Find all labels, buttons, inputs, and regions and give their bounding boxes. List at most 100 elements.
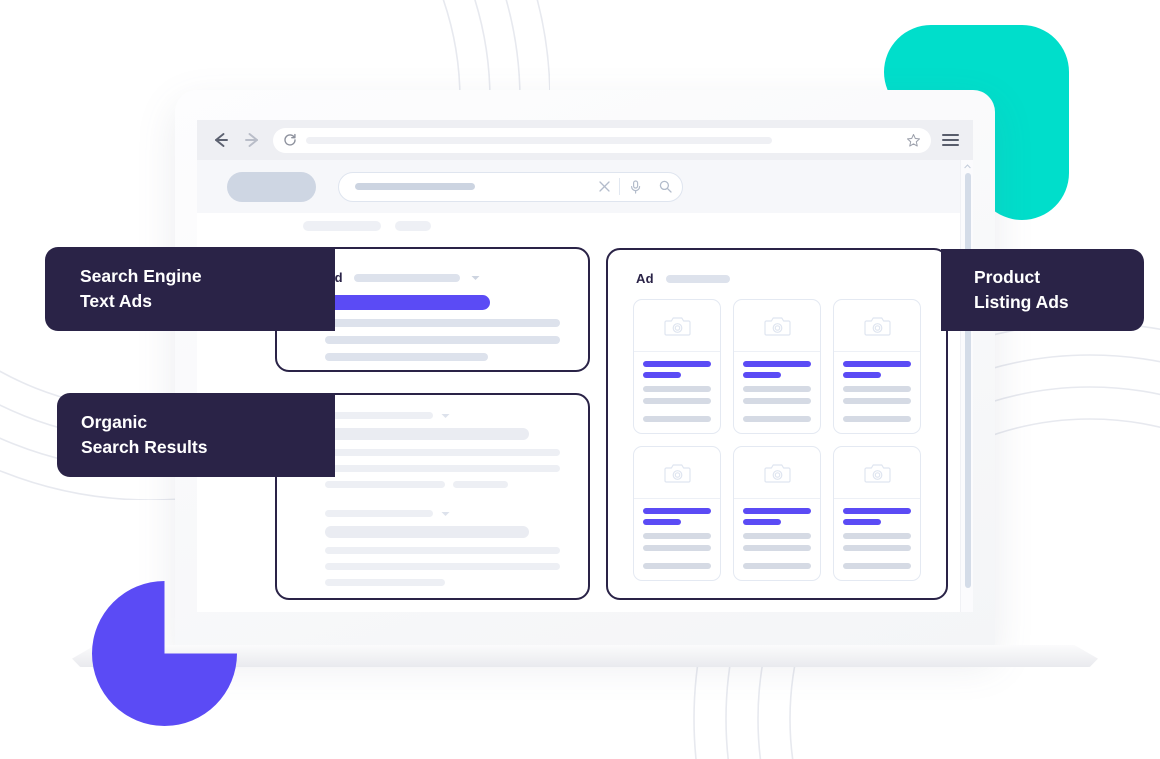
scrollbar-thumb[interactable] <box>964 173 971 588</box>
product-detail-line <box>743 386 811 392</box>
product-tile[interactable] <box>633 299 721 434</box>
arrow-right-icon[interactable] <box>242 130 262 150</box>
product-tile-body <box>634 352 720 433</box>
search-input-actions <box>589 173 680 201</box>
search-icon <box>659 180 672 193</box>
organic-description-line <box>325 579 445 586</box>
product-subtitle[interactable] <box>843 372 882 378</box>
camera-icon <box>663 463 691 483</box>
submit-search-button[interactable] <box>650 173 680 201</box>
organic-display-url <box>325 412 433 419</box>
organic-result-title[interactable] <box>325 526 529 538</box>
plas-header: Ad <box>608 250 946 286</box>
product-title[interactable] <box>743 508 811 514</box>
product-image-placeholder <box>834 300 920 352</box>
reload-icon[interactable] <box>283 133 297 147</box>
organic-description-line <box>325 481 445 488</box>
product-detail-line <box>643 398 711 404</box>
ad-badge: Ad <box>636 271 654 286</box>
hamburger-menu-icon[interactable] <box>942 133 959 147</box>
laptop-base <box>72 645 1098 667</box>
ad-display-url <box>353 273 460 282</box>
product-detail-line <box>843 398 911 404</box>
product-detail-line <box>843 386 911 392</box>
product-tile-body <box>634 499 720 580</box>
ad-headline[interactable] <box>325 295 490 310</box>
product-tile-body <box>834 499 920 580</box>
product-title[interactable] <box>643 361 711 367</box>
product-subtitle[interactable] <box>643 519 682 525</box>
product-detail-line <box>643 563 711 569</box>
product-subtitle[interactable] <box>643 372 682 378</box>
search-engine-header <box>197 160 973 213</box>
camera-icon <box>863 463 891 483</box>
product-listing-ads-card[interactable]: Ad <box>606 248 948 600</box>
camera-icon <box>763 316 791 336</box>
product-subtitle[interactable] <box>743 372 782 378</box>
product-tile-grid <box>608 286 946 581</box>
close-icon <box>598 181 610 192</box>
callout-label: Search Engine Text Ads <box>80 266 202 311</box>
product-tile[interactable] <box>833 299 921 434</box>
address-bar-value <box>306 136 772 144</box>
browser-toolbar <box>197 120 973 160</box>
product-title[interactable] <box>843 508 911 514</box>
caret-up-icon[interactable] <box>964 164 971 169</box>
product-image-placeholder <box>834 447 920 499</box>
ad-description-line <box>325 336 560 344</box>
product-detail-line <box>843 545 911 551</box>
callout-label: Organic Search Results <box>81 412 208 457</box>
product-tile[interactable] <box>733 299 821 434</box>
organic-result-item[interactable] <box>277 488 588 586</box>
product-detail-line <box>643 386 711 392</box>
page-scrollbar[interactable] <box>960 160 973 612</box>
organic-result-title[interactable] <box>325 428 529 440</box>
product-title[interactable] <box>843 361 911 367</box>
product-title[interactable] <box>643 508 711 514</box>
callout-search-engine-text-ads: Search Engine Text Ads <box>45 247 335 331</box>
organic-description-line <box>325 563 560 570</box>
product-detail-line <box>843 533 911 539</box>
organic-description-line <box>325 547 560 554</box>
product-image-placeholder <box>734 300 820 352</box>
address-bar[interactable] <box>273 127 931 153</box>
microphone-icon <box>630 179 640 194</box>
clear-search-button[interactable] <box>589 173 619 201</box>
product-tile[interactable] <box>833 446 921 581</box>
product-tile[interactable] <box>733 446 821 581</box>
camera-icon <box>663 316 691 336</box>
search-nav-tab[interactable] <box>303 221 381 231</box>
star-icon[interactable] <box>906 133 921 148</box>
product-detail-line <box>743 563 811 569</box>
product-detail-line <box>643 416 711 422</box>
product-detail-line <box>643 533 711 539</box>
search-engine-logo <box>227 171 316 202</box>
organic-result-header <box>277 510 588 517</box>
arrow-left-icon[interactable] <box>211 130 231 150</box>
search-nav-tab[interactable] <box>395 221 431 231</box>
product-title[interactable] <box>743 361 811 367</box>
caret-down-icon[interactable] <box>441 511 450 517</box>
voice-search-button[interactable] <box>620 173 650 201</box>
organic-description-line <box>325 465 560 472</box>
product-subtitle[interactable] <box>743 519 782 525</box>
product-detail-line <box>743 533 811 539</box>
product-detail-line <box>843 416 911 422</box>
search-input[interactable] <box>338 171 683 202</box>
product-tile-body <box>734 499 820 580</box>
organic-description-line-tail <box>453 481 508 488</box>
ad-description-line <box>325 353 488 361</box>
product-tile-body <box>834 352 920 433</box>
product-subtitle[interactable] <box>843 519 882 525</box>
camera-icon <box>763 463 791 483</box>
callout-product-listing-ads: Product Listing Ads <box>941 249 1144 331</box>
product-image-placeholder <box>734 447 820 499</box>
search-nav-tabs <box>197 213 973 239</box>
callout-label: Product Listing Ads <box>974 267 1069 312</box>
search-query-value <box>355 183 475 190</box>
product-tile[interactable] <box>633 446 721 581</box>
camera-icon <box>863 316 891 336</box>
caret-down-icon[interactable] <box>441 413 450 419</box>
caret-down-icon[interactable] <box>471 275 480 281</box>
organic-display-url <box>325 510 433 517</box>
